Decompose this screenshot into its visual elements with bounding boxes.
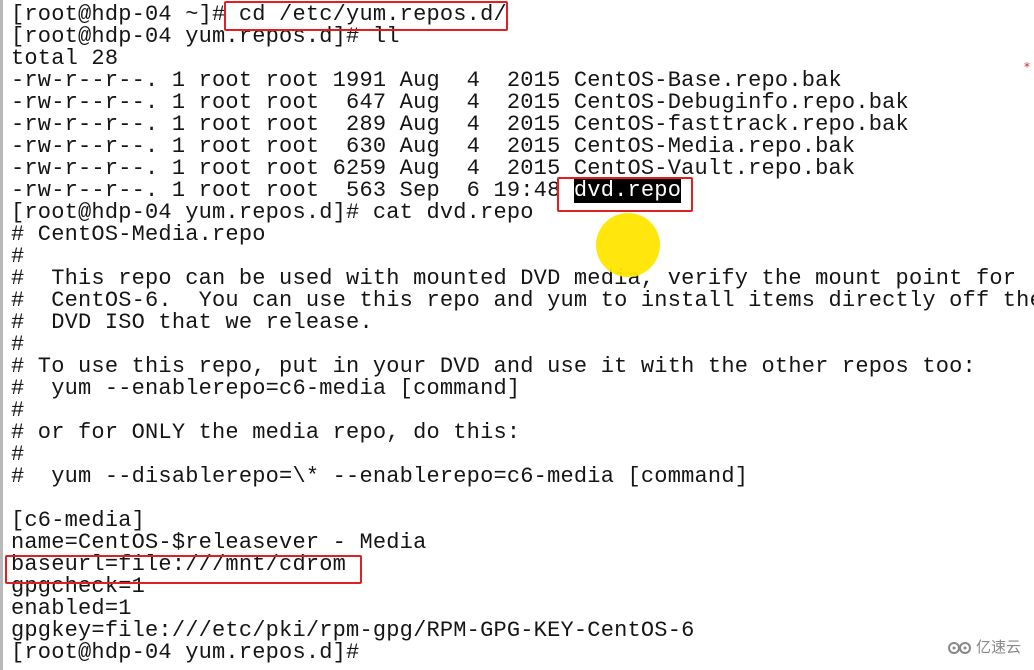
watermark-logo: 亿速云 — [947, 636, 1021, 657]
terminal-line: -rw-r--r--. 1 root root 1991 Aug 4 2015 … — [11, 70, 1034, 92]
cloud-logo-icon — [948, 641, 971, 654]
terminal-line: # — [11, 246, 1034, 268]
terminal-line: # yum --enablerepo=c6-media [command] — [11, 378, 1034, 400]
terminal-line-text: # yum --disablerepo=\* --enablerepo=c6-m… — [11, 464, 749, 489]
terminal-line: # or for ONLY the media repo, do this: — [11, 422, 1034, 444]
terminal-line: # — [11, 444, 1034, 466]
terminal-line: -rw-r--r--. 1 root root 630 Aug 4 2015 C… — [11, 136, 1034, 158]
terminal-line: name=CentOS-$releasever - Media — [11, 532, 1034, 554]
terminal-line: # yum --disablerepo=\* --enablerepo=c6-m… — [11, 466, 1034, 488]
terminal-line: # This repo can be used with mounted DVD… — [11, 268, 1034, 290]
terminal-line-text: # or for ONLY the media repo, do this: — [11, 420, 521, 445]
terminal-line: [root@hdp-04 yum.repos.d]# ll — [11, 26, 1034, 48]
red-mark-icon: * — [1024, 60, 1030, 74]
annotation-box-baseurl — [5, 555, 362, 584]
terminal-line: -rw-r--r--. 1 root root 289 Aug 4 2015 C… — [11, 114, 1034, 136]
window-border — [0, 0, 3, 670]
annotation-box-dvd-repo — [557, 177, 693, 212]
terminal-line-text: # CentOS-Media.repo — [11, 222, 266, 247]
terminal-line: enabled=1 — [11, 598, 1034, 620]
watermark-text: 亿速云 — [976, 638, 1022, 656]
terminal-line: # CentOS-Media.repo — [11, 224, 1034, 246]
terminal-line: # CentOS-6. You can use this repo and yu… — [11, 290, 1034, 312]
terminal-line: # — [11, 334, 1034, 356]
terminal-line: [root@hdp-04 ~]# cd /etc/yum.repos.d/ — [11, 4, 1034, 26]
mouse-highlight-dot — [596, 213, 660, 277]
terminal-line-text: [root@hdp-04 yum.repos.d]# — [11, 640, 373, 665]
terminal-line-text: # DVD ISO that we release. — [11, 310, 373, 335]
terminal-line: [c6-media] — [11, 510, 1034, 532]
terminal-line: -rw-r--r--. 1 root root 6259 Aug 4 2015 … — [11, 158, 1034, 180]
terminal-line: total 28 — [11, 48, 1034, 70]
terminal-line: -rw-r--r--. 1 root root 647 Aug 4 2015 C… — [11, 92, 1034, 114]
terminal-line: gpgkey=file:///etc/pki/rpm-gpg/RPM-GPG-K… — [11, 620, 1034, 642]
terminal-line: # To use this repo, put in your DVD and … — [11, 356, 1034, 378]
terminal-line: [root@hdp-04 yum.repos.d]# — [11, 642, 1034, 664]
annotation-box-cd-command — [224, 1, 508, 31]
terminal-line: [root@hdp-04 yum.repos.d]# cat dvd.repo — [11, 202, 1034, 224]
terminal-line: -rw-r--r--. 1 root root 563 Sep 6 19:48 … — [11, 178, 1034, 203]
terminal-line-text: # yum --enablerepo=c6-media [command] — [11, 376, 521, 401]
terminal-line: # DVD ISO that we release. — [11, 312, 1034, 334]
terminal-line: # — [11, 400, 1034, 422]
